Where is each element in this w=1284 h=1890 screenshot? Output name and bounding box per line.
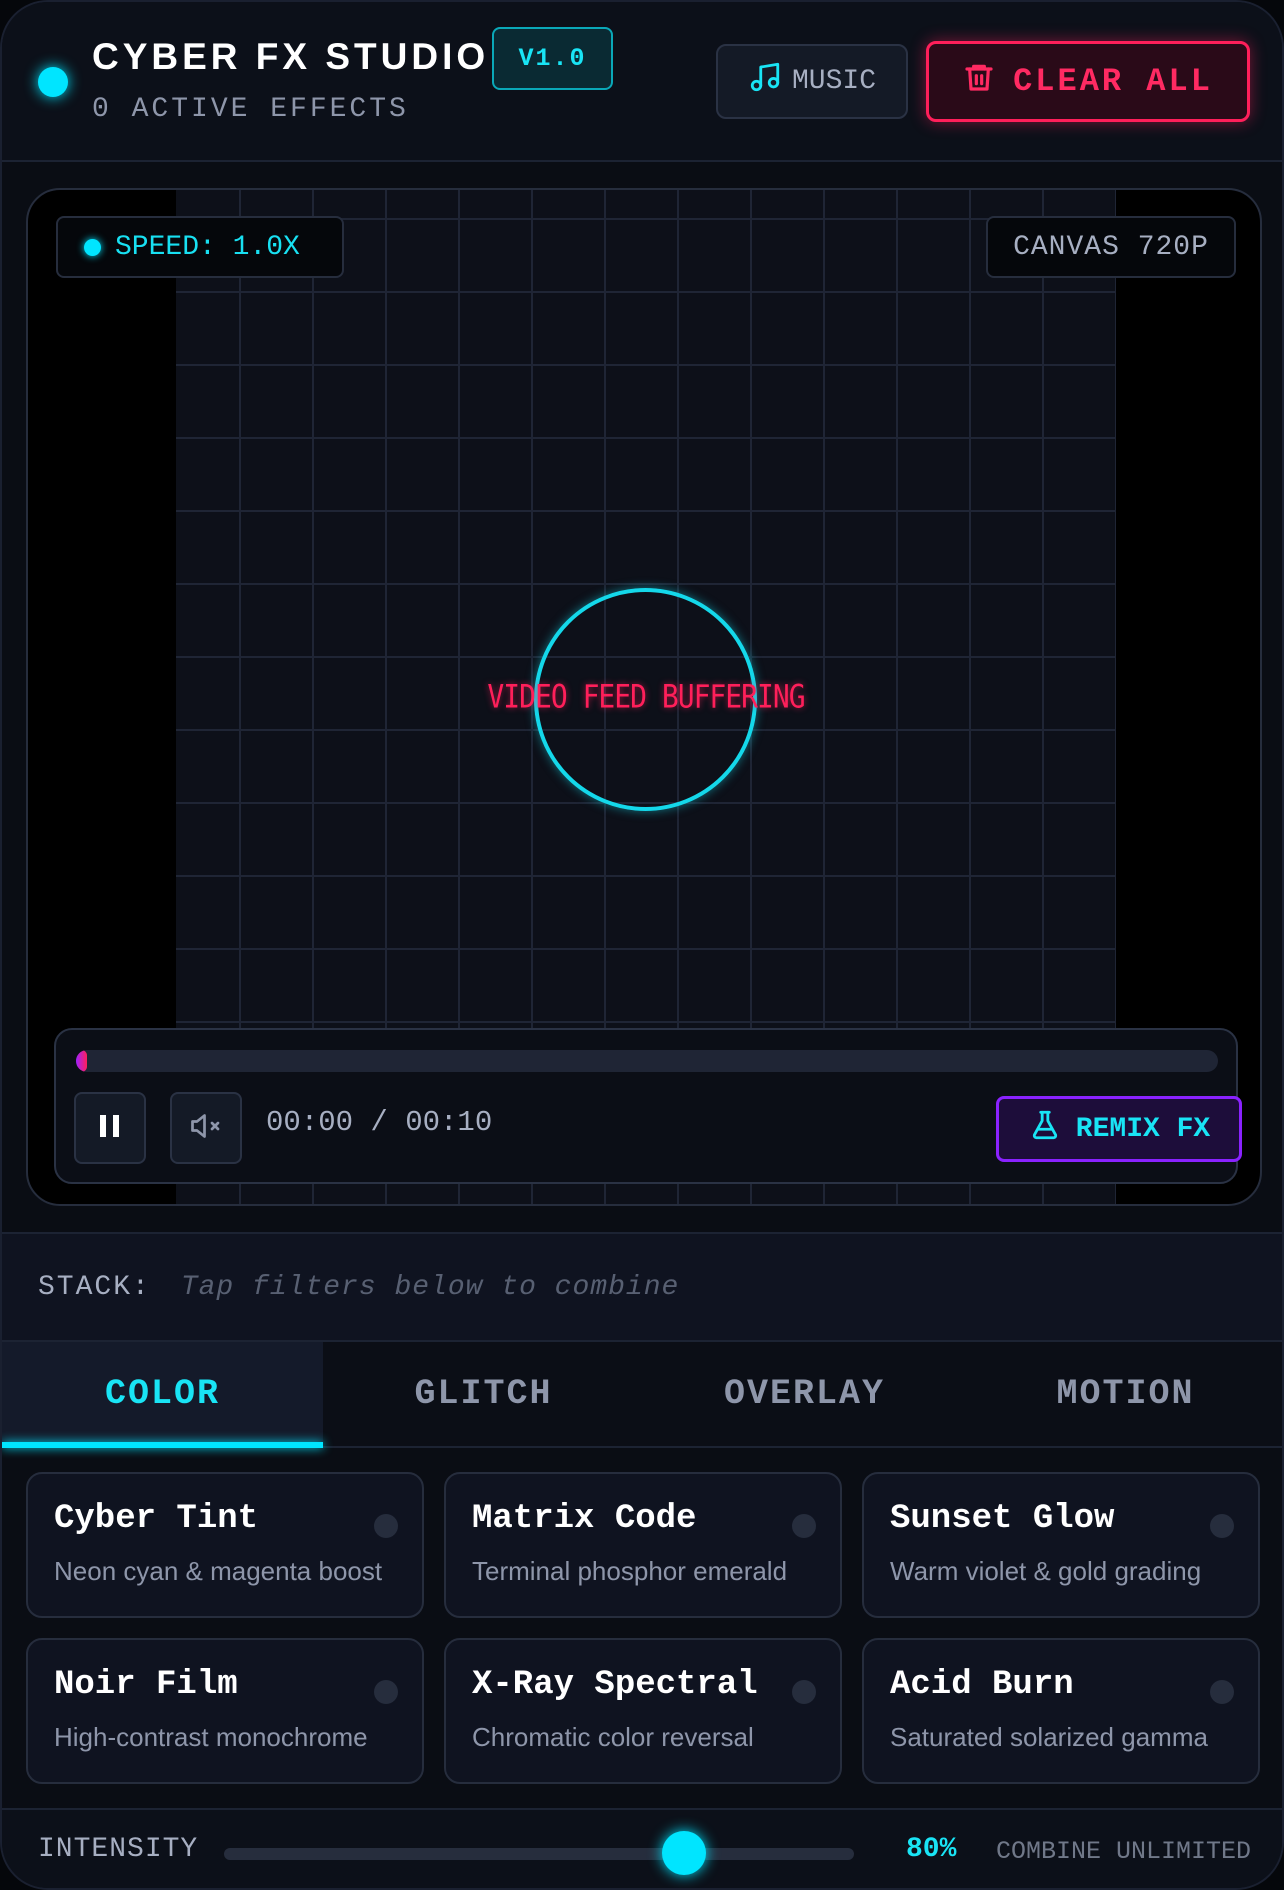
effect-card-cyber-tint[interactable]: Cyber Tint Neon cyan & magenta boost [26,1472,424,1618]
effect-title: Acid Burn [890,1666,1074,1704]
effect-description: Saturated solarized gamma [890,1722,1208,1752]
intensity-footer: INTENSITY 80% COMBINE UNLIMITED [2,1808,1282,1888]
intensity-slider-thumb[interactable] [661,1831,706,1875]
effect-toggle-indicator-icon [792,1680,816,1704]
effect-card-acid-burn[interactable]: Acid Burn Saturated solarized gamma [862,1638,1260,1784]
flask-icon [1028,1108,1062,1151]
effect-toggle-indicator-icon [1210,1680,1234,1704]
pause-button[interactable] [74,1092,146,1164]
header: CYBER FX STUDIO V1.0 0 ACTIVE EFFECTS MU… [2,2,1282,162]
effect-title: Cyber Tint [54,1500,259,1538]
clear-all-button[interactable]: CLEAR ALL [926,41,1250,122]
effect-description: Warm violet & gold grading [890,1556,1202,1586]
stack-label: STACK: [38,1271,151,1303]
effect-card-noir-film[interactable]: Noir Film High-contrast monochrome [26,1638,424,1784]
app-title: CYBER FX STUDIO [92,36,490,77]
effect-title: Noir Film [54,1666,238,1704]
effect-description: High-contrast monochrome [54,1722,368,1752]
remix-fx-label: REMIX FX [1075,1113,1211,1145]
progress-fill [76,1050,88,1072]
pause-icon [97,1112,123,1145]
progress-bar[interactable] [76,1050,1218,1072]
status-dot-icon [38,67,68,97]
tab-glitch[interactable]: GLITCH [323,1342,644,1446]
mute-button[interactable] [170,1092,242,1164]
effect-toggle-indicator-icon [1210,1514,1234,1538]
volume-mute-icon [187,1108,225,1149]
stack-hint: Tap filters below to combine [180,1271,680,1303]
category-tabs: COLOR GLITCH OVERLAY MOTION [2,1342,1282,1448]
music-button-label: MUSIC [791,66,876,97]
speed-indicator: SPEED: 1.0X [56,216,344,278]
canvas-resolution: CANVAS 720P [986,216,1236,278]
tab-overlay[interactable]: OVERLAY [644,1342,965,1446]
trash-icon [963,60,995,104]
effect-card-x-ray-spectral[interactable]: X-Ray Spectral Chromatic color reversal [444,1638,842,1784]
version-badge: V1.0 [492,27,613,90]
intensity-slider[interactable] [224,1831,854,1875]
video-stage: SPEED: 1.0X CANVAS 720P VIDEO FEED BUFFE… [26,188,1262,1206]
clear-all-label: CLEAR ALL [1013,63,1213,100]
app-window: CYBER FX STUDIO V1.0 0 ACTIVE EFFECTS MU… [0,0,1284,1890]
speed-label: SPEED: 1.0X [115,231,300,263]
effect-card-sunset-glow[interactable]: Sunset Glow Warm violet & gold grading [862,1472,1260,1618]
effect-card-matrix-code[interactable]: Matrix Code Terminal phosphor emerald [444,1472,842,1618]
effect-toggle-indicator-icon [792,1514,816,1538]
effect-description: Terminal phosphor emerald [472,1556,788,1586]
tab-color[interactable]: COLOR [2,1342,323,1448]
effect-toggle-indicator-icon [374,1514,398,1538]
intensity-label: INTENSITY [38,1834,199,1865]
music-note-icon [748,60,782,103]
intensity-value: 80% [906,1834,957,1865]
effect-stack-bar: STACK: Tap filters below to combine [2,1232,1282,1342]
playback-time: 00:00 / 00:10 [266,1106,493,1139]
effect-description: Neon cyan & magenta boost [54,1556,383,1586]
effect-toggle-indicator-icon [374,1680,398,1704]
speed-dot-icon [84,238,101,256]
combine-mode-text: COMBINE UNLIMITED [996,1837,1252,1866]
remix-fx-button[interactable]: REMIX FX [996,1096,1242,1162]
effect-title: X-Ray Spectral [472,1666,758,1704]
playback-controls: 00:00 / 00:10 REMIX FX [54,1028,1242,1184]
effect-title: Sunset Glow [890,1500,1115,1538]
music-button[interactable]: MUSIC [716,44,908,119]
active-effects-count: 0 ACTIVE EFFECTS [92,94,409,125]
tab-motion[interactable]: MOTION [965,1342,1282,1446]
effect-description: Chromatic color reversal [472,1722,754,1752]
effect-grid: Cyber Tint Neon cyan & magenta boost Mat… [26,1472,1262,1784]
effect-title: Matrix Code [472,1500,697,1538]
buffering-text: VIDEO FEED BUFFERING [487,677,805,716]
